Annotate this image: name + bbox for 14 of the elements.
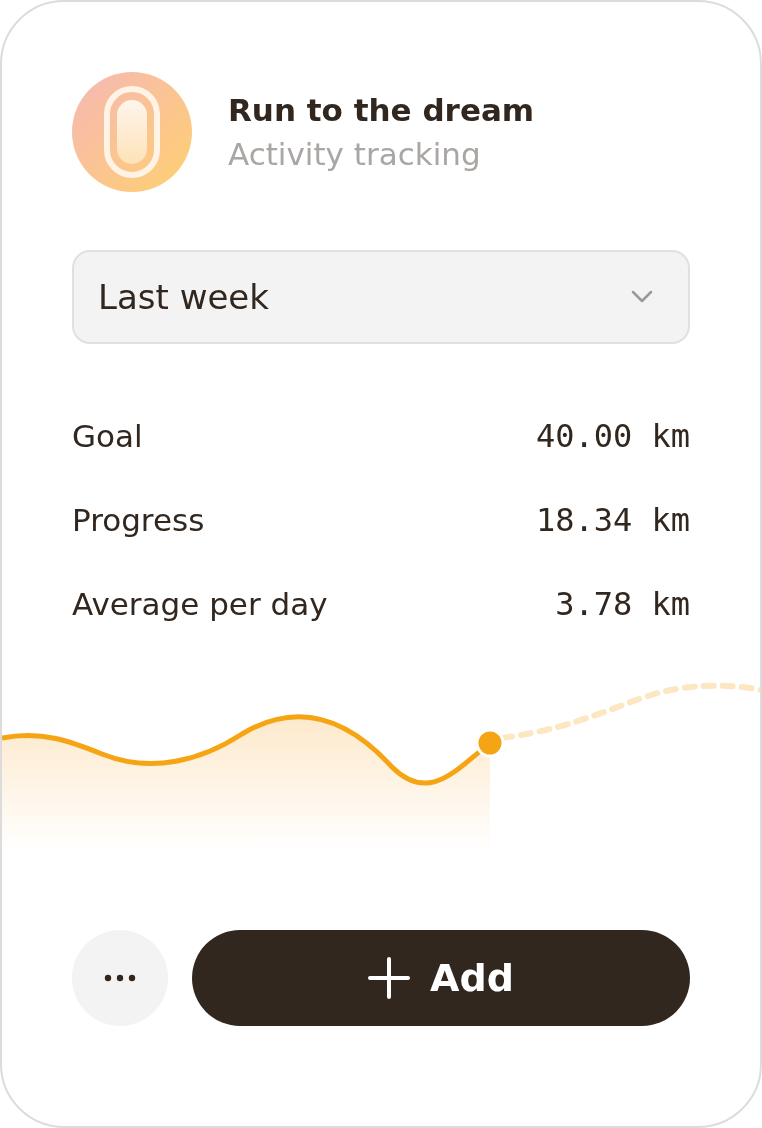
chevron-down-icon	[630, 289, 654, 305]
stat-label: Progress	[72, 502, 205, 538]
stat-value: 3.78 km	[555, 585, 690, 623]
stat-value: 18.34 km	[535, 501, 690, 539]
more-icon	[104, 974, 136, 982]
stat-label: Average per day	[72, 586, 328, 622]
stat-label: Goal	[72, 418, 143, 454]
app-subtitle: Activity tracking	[228, 135, 482, 174]
period-dropdown[interactable]: Last week	[72, 250, 690, 344]
app-icon	[72, 72, 192, 192]
plus-icon	[368, 957, 411, 999]
add-button[interactable]: Add	[192, 930, 690, 1026]
app-title: Run to the dream	[228, 91, 535, 130]
stat-value: 40.00 km	[535, 417, 690, 455]
